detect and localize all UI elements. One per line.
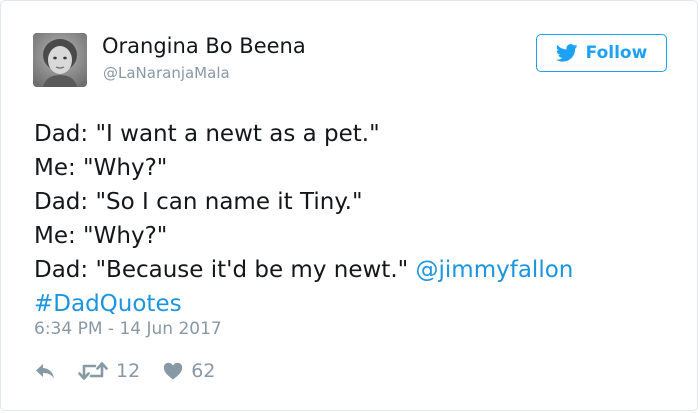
twitter-bird-icon	[555, 44, 578, 62]
like-button[interactable]: 62	[163, 360, 215, 382]
retweet-button[interactable]: 12	[78, 360, 140, 382]
tweet-actions: 12 62	[34, 359, 215, 383]
author-display-name[interactable]: Orangina Bo Beena	[102, 34, 306, 58]
retweet-count: 12	[116, 360, 141, 382]
like-count: 62	[191, 360, 216, 382]
retweet-icon	[78, 361, 108, 381]
tweet-card: Orangina Bo Beena @LaNaranjaMala Follow …	[0, 0, 698, 411]
hashtag-line: #DadQuotes	[34, 287, 674, 321]
avatar[interactable]	[33, 33, 87, 87]
author-handle[interactable]: @LaNaranjaMala	[103, 64, 230, 82]
heart-icon	[163, 362, 183, 380]
hashtag-link[interactable]: #DadQuotes	[34, 291, 182, 317]
tweet-line: Dad: "Because it'd be my newt."	[34, 257, 409, 283]
tweet-line: Dad: "I want a newt as a pet."	[34, 121, 380, 147]
mention-link[interactable]: @jimmyfallon	[416, 257, 574, 283]
tweet-line-with-mention: Dad: "Because it'd be my newt." @jimmyfa…	[34, 253, 674, 287]
tweet-line: Me: "Why?"	[34, 155, 168, 181]
tweet-timestamp[interactable]: 6:34 PM - 14 Jun 2017	[34, 319, 222, 339]
tweet-text: Dad: "I want a newt as a pet." Me: "Why?…	[34, 117, 674, 321]
follow-button[interactable]: Follow	[536, 34, 667, 72]
tweet-line: Me: "Why?"	[34, 223, 168, 249]
reply-button[interactable]	[34, 362, 56, 380]
follow-button-label: Follow	[585, 43, 648, 63]
avatar-photo	[33, 33, 87, 87]
reply-icon	[34, 362, 56, 380]
tweet-line: Dad: "So I can name it Tiny."	[34, 189, 363, 215]
